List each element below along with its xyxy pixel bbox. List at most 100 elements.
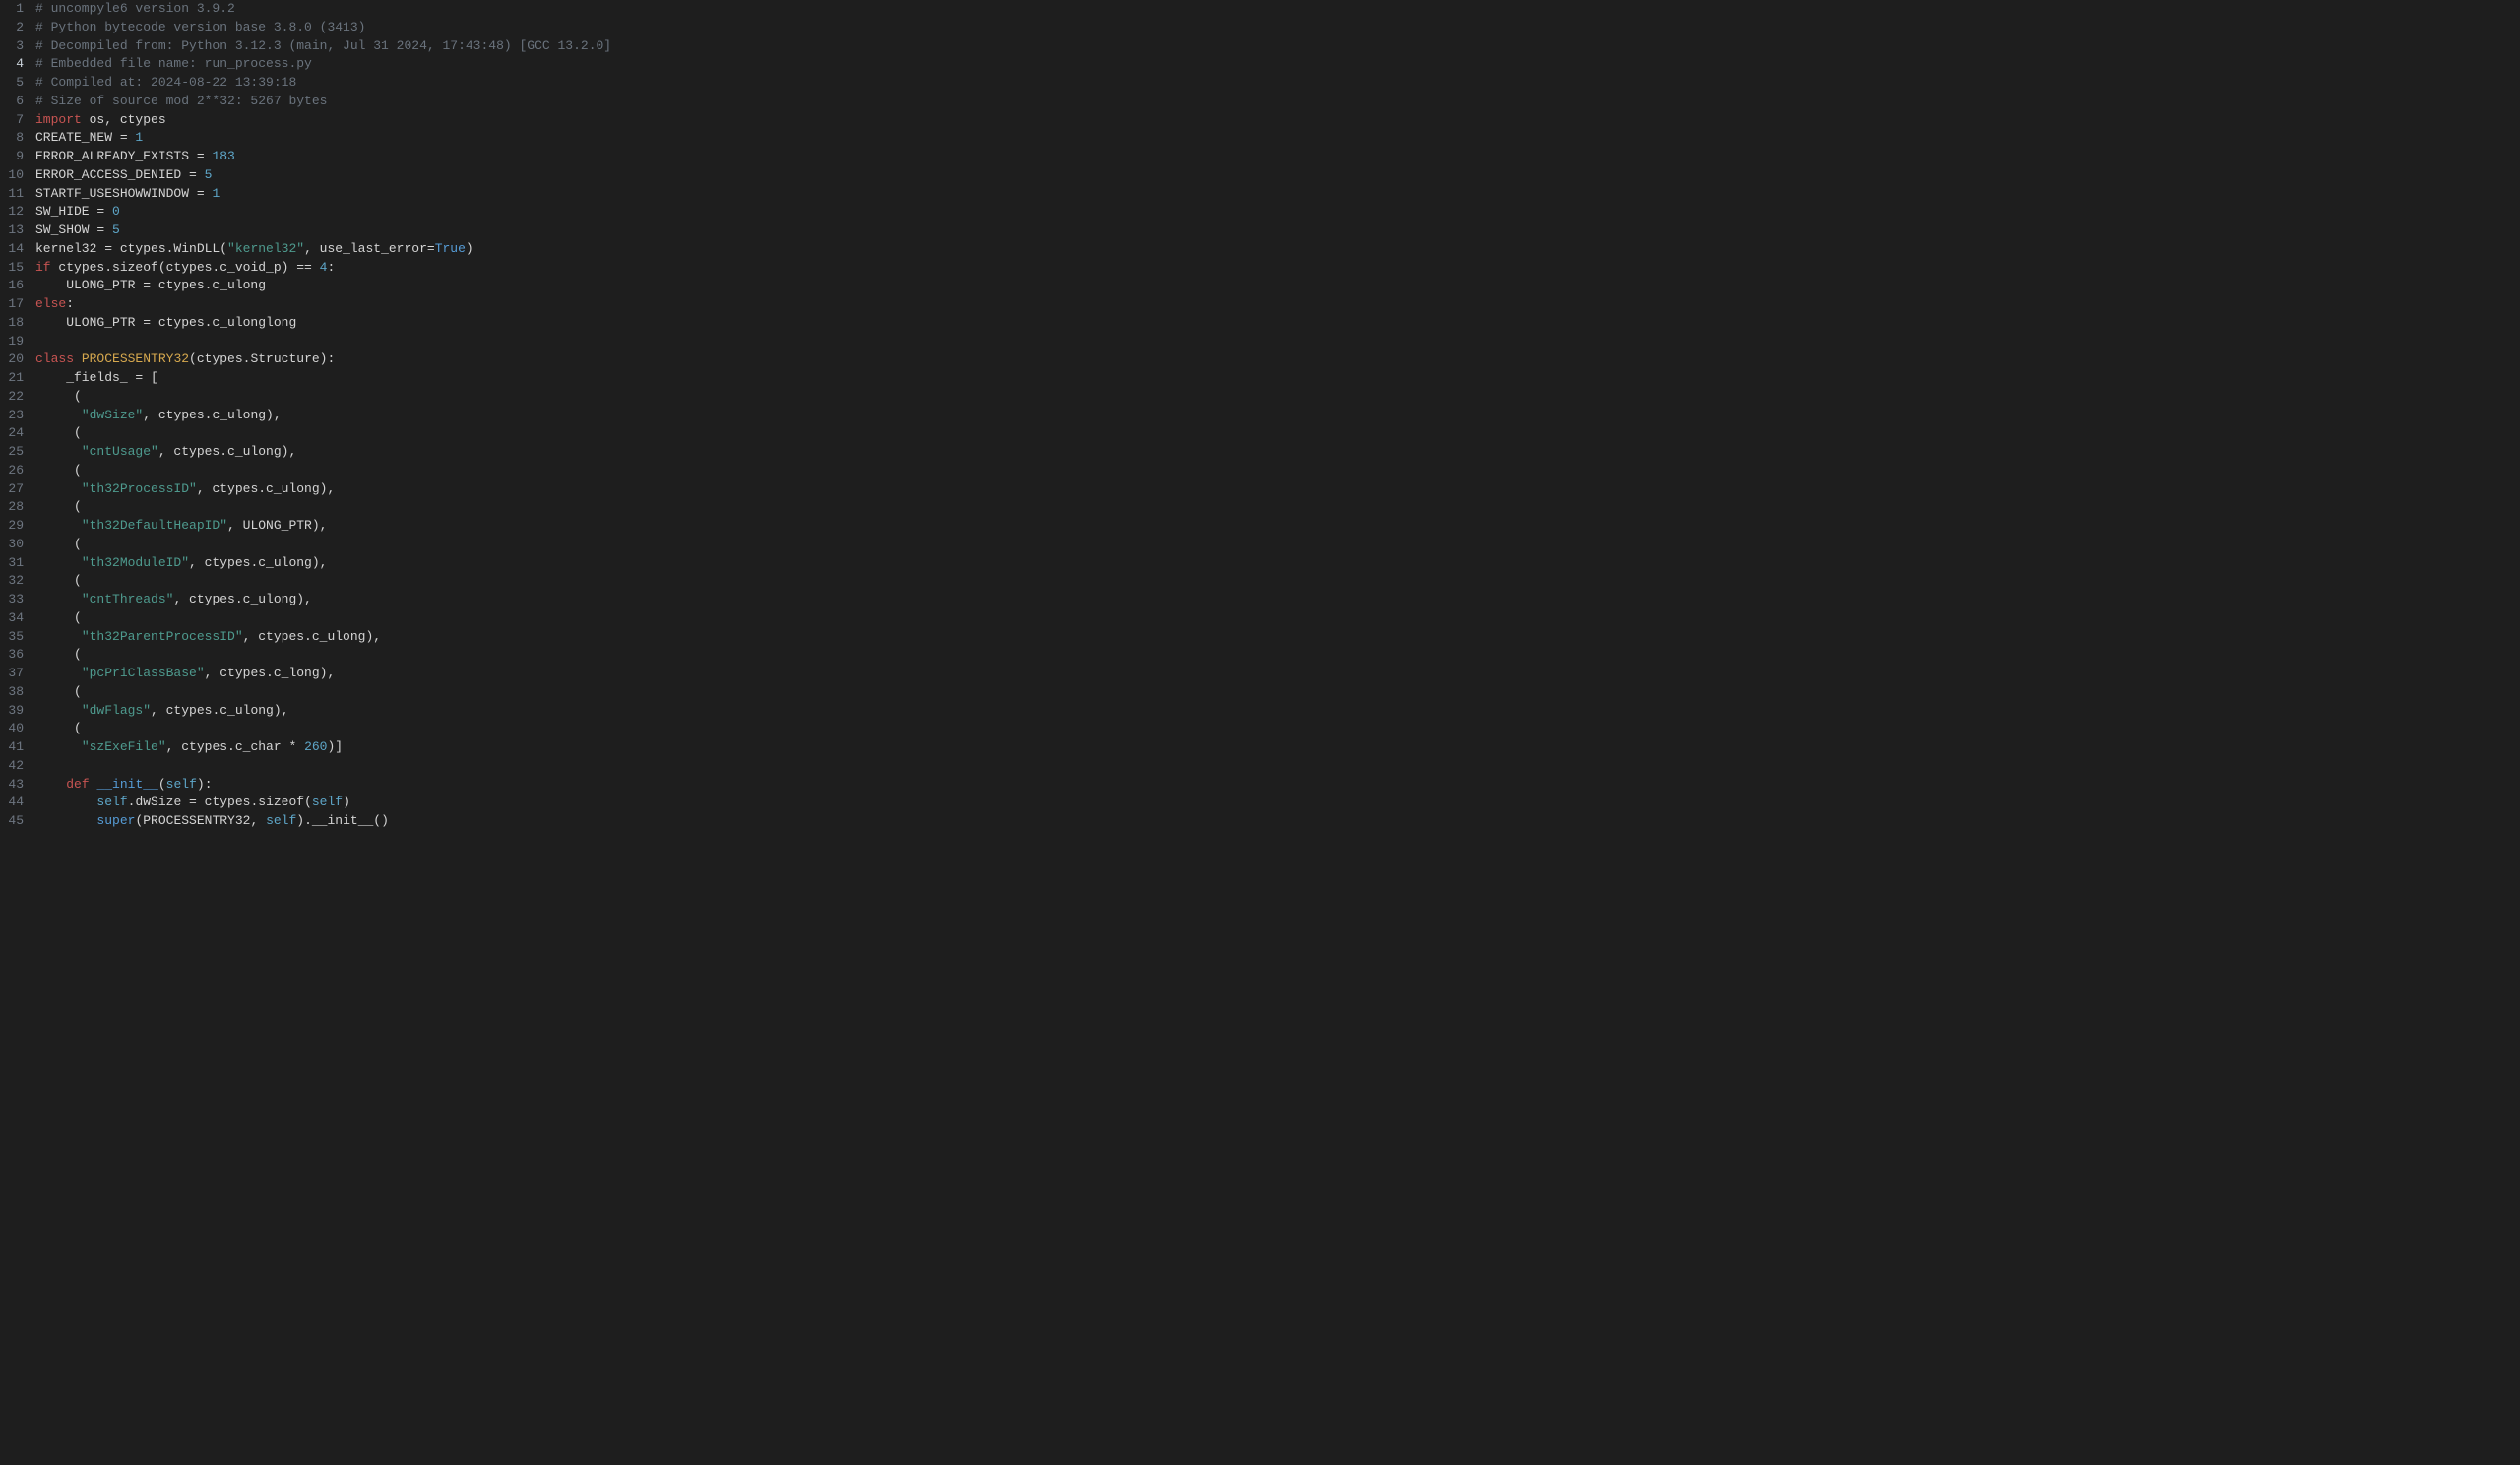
code-content[interactable]: "cntThreads", ctypes.c_ulong), [32, 591, 2520, 609]
code-line[interactable]: 38 ( [0, 683, 2520, 702]
code-line[interactable]: 12SW_HIDE = 0 [0, 203, 2520, 222]
line-number: 14 [0, 240, 32, 259]
code-line[interactable]: 5# Compiled at: 2024-08-22 13:39:18 [0, 74, 2520, 93]
code-content[interactable] [32, 757, 2520, 776]
line-number: 5 [0, 74, 32, 93]
line-number: 30 [0, 536, 32, 554]
code-content[interactable]: ULONG_PTR = ctypes.c_ulong [32, 277, 2520, 295]
code-content[interactable]: ERROR_ACCESS_DENIED = 5 [32, 166, 2520, 185]
code-content[interactable]: ( [32, 462, 2520, 480]
code-content[interactable]: _fields_ = [ [32, 369, 2520, 388]
code-line[interactable]: 2# Python bytecode version base 3.8.0 (3… [0, 19, 2520, 37]
code-line[interactable]: 23 "dwSize", ctypes.c_ulong), [0, 407, 2520, 425]
code-line[interactable]: 32 ( [0, 572, 2520, 591]
code-line[interactable]: 33 "cntThreads", ctypes.c_ulong), [0, 591, 2520, 609]
code-line[interactable]: 25 "cntUsage", ctypes.c_ulong), [0, 443, 2520, 462]
code-content[interactable]: if ctypes.sizeof(ctypes.c_void_p) == 4: [32, 259, 2520, 278]
code-line[interactable]: 8CREATE_NEW = 1 [0, 129, 2520, 148]
code-content[interactable]: "th32DefaultHeapID", ULONG_PTR), [32, 517, 2520, 536]
code-content[interactable]: ( [32, 646, 2520, 665]
code-line[interactable]: 42 [0, 757, 2520, 776]
code-line[interactable]: 7import os, ctypes [0, 111, 2520, 130]
code-line[interactable]: 39 "dwFlags", ctypes.c_ulong), [0, 702, 2520, 721]
code-line[interactable]: 43 def __init__(self): [0, 776, 2520, 795]
code-content[interactable]: "dwSize", ctypes.c_ulong), [32, 407, 2520, 425]
code-content[interactable]: ULONG_PTR = ctypes.c_ulonglong [32, 314, 2520, 333]
code-content[interactable]: def __init__(self): [32, 776, 2520, 795]
code-line[interactable]: 35 "th32ParentProcessID", ctypes.c_ulong… [0, 628, 2520, 647]
code-content[interactable]: ( [32, 388, 2520, 407]
code-editor[interactable]: 1# uncompyle6 version 3.9.22# Python byt… [0, 0, 2520, 1465]
code-line[interactable]: 19 [0, 333, 2520, 351]
code-content[interactable]: # Compiled at: 2024-08-22 13:39:18 [32, 74, 2520, 93]
code-content[interactable]: # uncompyle6 version 3.9.2 [32, 0, 2520, 19]
code-line[interactable]: 24 ( [0, 424, 2520, 443]
code-content[interactable]: ERROR_ALREADY_EXISTS = 183 [32, 148, 2520, 166]
code-content[interactable]: SW_SHOW = 5 [32, 222, 2520, 240]
code-content[interactable]: ( [32, 536, 2520, 554]
code-line[interactable]: 26 ( [0, 462, 2520, 480]
code-line[interactable]: 17else: [0, 295, 2520, 314]
code-line[interactable]: 41 "szExeFile", ctypes.c_char * 260)] [0, 738, 2520, 757]
code-line[interactable]: 9ERROR_ALREADY_EXISTS = 183 [0, 148, 2520, 166]
code-content[interactable]: ( [32, 720, 2520, 738]
code-content[interactable]: # Embedded file name: run_process.py [32, 55, 2520, 74]
line-number: 44 [0, 794, 32, 812]
code-line[interactable]: 27 "th32ProcessID", ctypes.c_ulong), [0, 480, 2520, 499]
code-line[interactable]: 40 ( [0, 720, 2520, 738]
code-content[interactable]: ( [32, 572, 2520, 591]
line-number: 20 [0, 350, 32, 369]
code-line[interactable]: 21 _fields_ = [ [0, 369, 2520, 388]
code-content[interactable]: "szExeFile", ctypes.c_char * 260)] [32, 738, 2520, 757]
code-content[interactable]: "dwFlags", ctypes.c_ulong), [32, 702, 2520, 721]
code-line[interactable]: 44 self.dwSize = ctypes.sizeof(self) [0, 794, 2520, 812]
code-line[interactable]: 31 "th32ModuleID", ctypes.c_ulong), [0, 554, 2520, 573]
code-line[interactable]: 6# Size of source mod 2**32: 5267 bytes [0, 93, 2520, 111]
code-content[interactable]: super(PROCESSENTRY32, self).__init__() [32, 812, 2520, 831]
code-line[interactable]: 11STARTF_USESHOWWINDOW = 1 [0, 185, 2520, 204]
code-content[interactable]: ( [32, 498, 2520, 517]
code-content[interactable]: import os, ctypes [32, 111, 2520, 130]
code-line[interactable]: 10ERROR_ACCESS_DENIED = 5 [0, 166, 2520, 185]
code-content[interactable]: "th32ModuleID", ctypes.c_ulong), [32, 554, 2520, 573]
code-line[interactable]: 16 ULONG_PTR = ctypes.c_ulong [0, 277, 2520, 295]
code-line[interactable]: 22 ( [0, 388, 2520, 407]
code-content[interactable]: # Decompiled from: Python 3.12.3 (main, … [32, 37, 2520, 56]
code-content[interactable]: "th32ParentProcessID", ctypes.c_ulong), [32, 628, 2520, 647]
code-line[interactable]: 29 "th32DefaultHeapID", ULONG_PTR), [0, 517, 2520, 536]
code-line[interactable]: 36 ( [0, 646, 2520, 665]
code-line[interactable]: 15if ctypes.sizeof(ctypes.c_void_p) == 4… [0, 259, 2520, 278]
code-content[interactable]: else: [32, 295, 2520, 314]
code-content[interactable]: "cntUsage", ctypes.c_ulong), [32, 443, 2520, 462]
code-content[interactable]: ( [32, 609, 2520, 628]
line-number: 1 [0, 0, 32, 19]
code-content[interactable]: STARTF_USESHOWWINDOW = 1 [32, 185, 2520, 204]
code-line[interactable]: 18 ULONG_PTR = ctypes.c_ulonglong [0, 314, 2520, 333]
code-content[interactable]: kernel32 = ctypes.WinDLL("kernel32", use… [32, 240, 2520, 259]
line-number: 17 [0, 295, 32, 314]
code-content[interactable]: # Size of source mod 2**32: 5267 bytes [32, 93, 2520, 111]
code-line[interactable]: 45 super(PROCESSENTRY32, self).__init__(… [0, 812, 2520, 831]
code-line[interactable]: 28 ( [0, 498, 2520, 517]
code-line[interactable]: 14kernel32 = ctypes.WinDLL("kernel32", u… [0, 240, 2520, 259]
code-line[interactable]: 30 ( [0, 536, 2520, 554]
line-number: 13 [0, 222, 32, 240]
code-content[interactable]: SW_HIDE = 0 [32, 203, 2520, 222]
code-content[interactable]: # Python bytecode version base 3.8.0 (34… [32, 19, 2520, 37]
code-content[interactable] [32, 333, 2520, 351]
code-line[interactable]: 13SW_SHOW = 5 [0, 222, 2520, 240]
code-line[interactable]: 34 ( [0, 609, 2520, 628]
code-line[interactable]: 3# Decompiled from: Python 3.12.3 (main,… [0, 37, 2520, 56]
code-line[interactable]: 20class PROCESSENTRY32(ctypes.Structure)… [0, 350, 2520, 369]
line-number: 38 [0, 683, 32, 702]
code-line[interactable]: 1# uncompyle6 version 3.9.2 [0, 0, 2520, 19]
code-line[interactable]: 37 "pcPriClassBase", ctypes.c_long), [0, 665, 2520, 683]
code-content[interactable]: "pcPriClassBase", ctypes.c_long), [32, 665, 2520, 683]
code-line[interactable]: 4# Embedded file name: run_process.py [0, 55, 2520, 74]
code-content[interactable]: class PROCESSENTRY32(ctypes.Structure): [32, 350, 2520, 369]
code-content[interactable]: "th32ProcessID", ctypes.c_ulong), [32, 480, 2520, 499]
code-content[interactable]: CREATE_NEW = 1 [32, 129, 2520, 148]
code-content[interactable]: self.dwSize = ctypes.sizeof(self) [32, 794, 2520, 812]
code-content[interactable]: ( [32, 424, 2520, 443]
code-content[interactable]: ( [32, 683, 2520, 702]
